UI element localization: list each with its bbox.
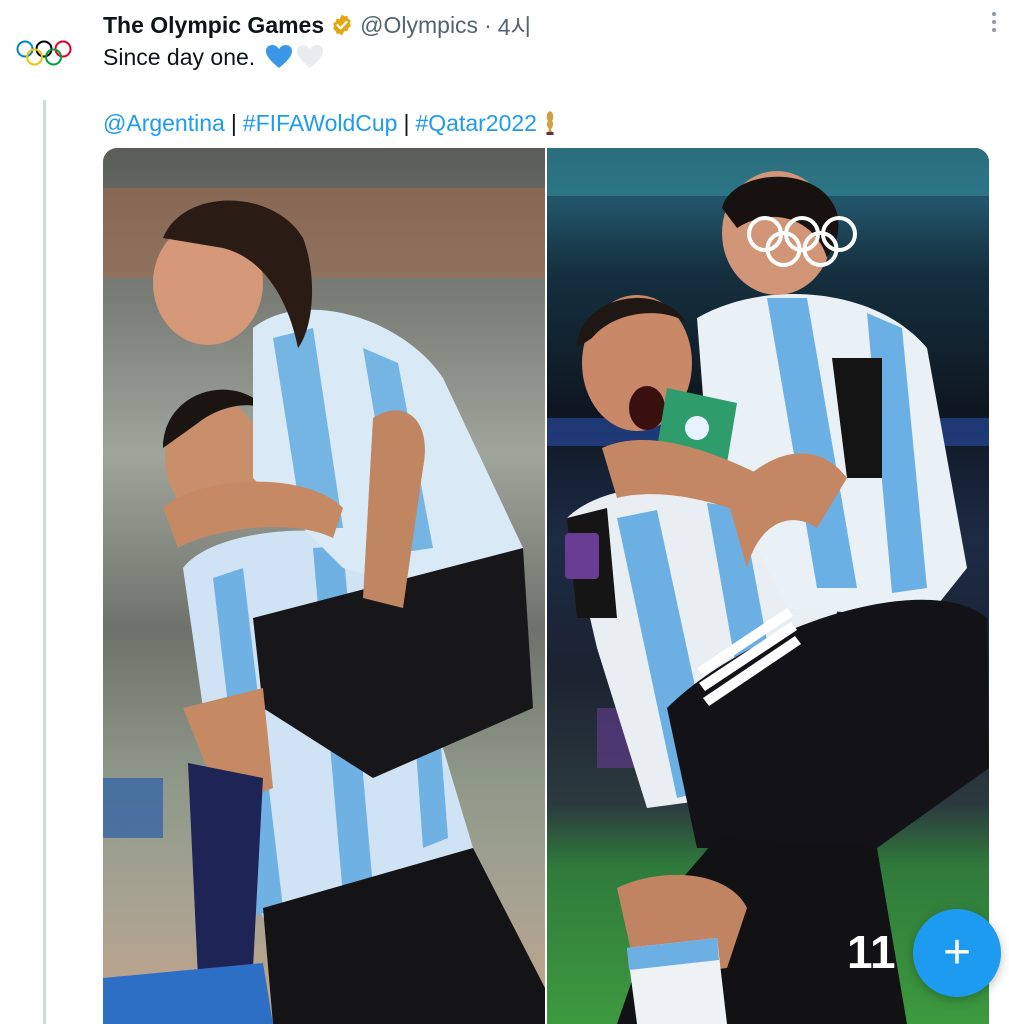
author-handle[interactable]: @Olympics <box>360 12 478 39</box>
tweet-tags: @Argentina | #FIFAWoldCup | #Qatar2022 <box>103 108 557 138</box>
jersey-number: 11 <box>847 926 896 978</box>
photo-2008-celebration[interactable] <box>103 148 545 1024</box>
hashtag-fifa-world-cup[interactable]: #FIFAWoldCup <box>243 108 398 138</box>
tweet-header: The Olympic Games @Olympics · 4시 <box>103 8 532 42</box>
separator-dot: · <box>484 11 492 38</box>
verified-badge-icon <box>330 13 354 37</box>
tweet-text: Since day one. <box>103 42 324 72</box>
white-heart-icon <box>297 45 324 68</box>
hashtag-qatar2022[interactable]: #Qatar2022 <box>415 108 536 138</box>
olympic-rings-overlay-icon <box>744 214 860 270</box>
olympic-rings-logo <box>16 40 72 66</box>
compose-tweet-button[interactable]: + <box>913 909 1001 997</box>
blue-heart-icon <box>266 45 293 68</box>
tweet-body: Since day one. <box>103 44 256 70</box>
tweet-media[interactable]: 11 <box>103 148 989 1024</box>
more-options-icon[interactable] <box>982 10 1006 34</box>
tweet-timestamp[interactable]: 4시 <box>498 8 532 42</box>
mention-argentina[interactable]: @Argentina <box>103 108 225 138</box>
author-name[interactable]: The Olympic Games <box>103 12 324 39</box>
tag-divider: | <box>403 110 410 136</box>
photo-2022-celebration[interactable]: 11 <box>547 148 989 1024</box>
world-cup-trophy-icon <box>546 111 554 135</box>
thread-line <box>43 100 46 1024</box>
tag-divider: | <box>230 110 237 136</box>
avatar[interactable] <box>15 38 75 70</box>
plus-icon: + <box>942 926 972 979</box>
